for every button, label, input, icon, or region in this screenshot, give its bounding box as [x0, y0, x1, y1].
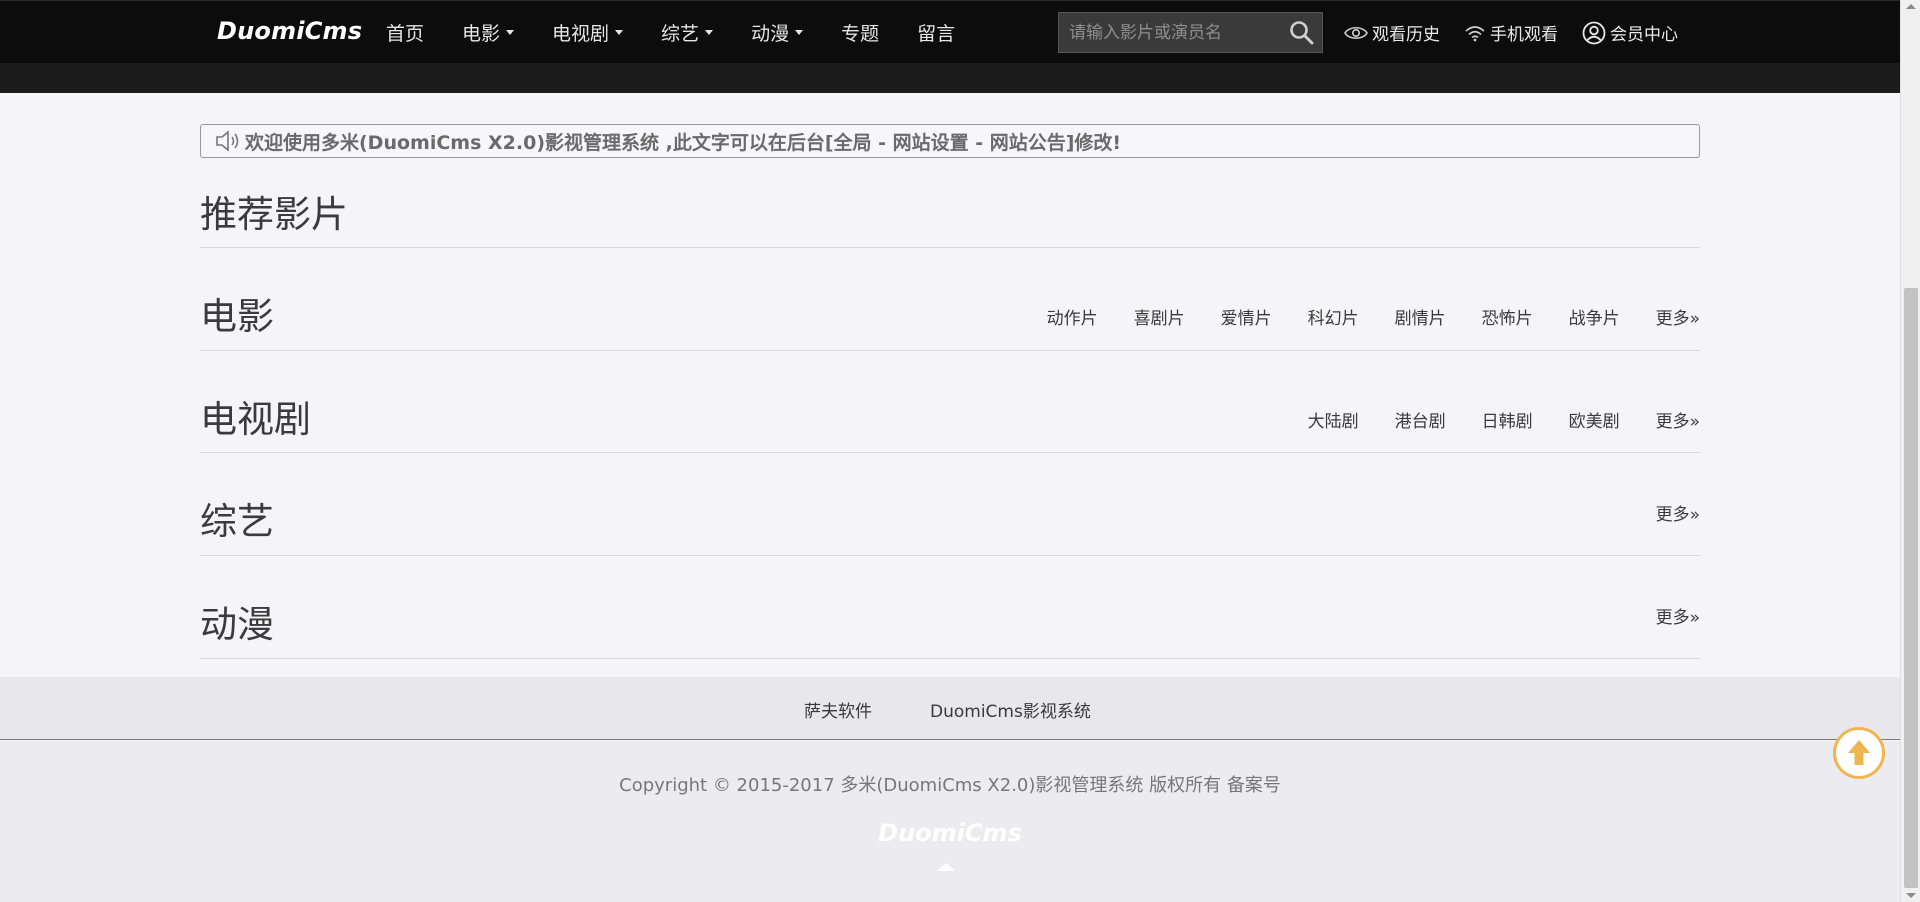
watch-history-link[interactable]: 观看历史	[1344, 20, 1440, 45]
category-link[interactable]: 恐怖片	[1482, 304, 1533, 329]
vertical-scrollbar[interactable]	[1900, 0, 1920, 902]
search-box	[1058, 12, 1323, 53]
category-link[interactable]: 剧情片	[1395, 304, 1446, 329]
nav-label: 电影	[462, 23, 501, 45]
main-nav: 首页 电影 电视剧 综艺 动漫 专题 留言	[386, 19, 993, 46]
section-category-links: 动作片 喜剧片 爱情片 科幻片 剧情片 恐怖片 战争片 更多»	[1011, 304, 1700, 329]
nav-label: 留言	[917, 23, 956, 45]
announcement-text: 欢迎使用多米(DuomiCms X2.0)影视管理系统 ,此文字可以在后台[全局…	[245, 131, 1122, 154]
search-input[interactable]	[1069, 13, 1279, 52]
category-link[interactable]: 喜剧片	[1134, 304, 1185, 329]
wifi-icon	[1465, 25, 1485, 41]
mobile-watch-label: 手机观看	[1490, 25, 1558, 45]
category-link[interactable]: 战争片	[1569, 304, 1620, 329]
nav-label: 动漫	[751, 23, 790, 45]
scrollbar-thumb[interactable]	[1904, 288, 1918, 888]
caret-down-icon	[795, 30, 804, 35]
footer: Copyright © 2015-2017 多米(DuomiCms X2.0)影…	[0, 741, 1900, 902]
more-link[interactable]: 更多»	[1656, 500, 1700, 525]
category-link[interactable]: 科幻片	[1308, 304, 1359, 329]
eye-icon	[1344, 26, 1368, 39]
member-center-label: 会员中心	[1610, 25, 1678, 45]
footer-links: 萨夫软件 DuomiCms影视系统	[0, 677, 1900, 740]
caret-down-icon	[506, 30, 515, 35]
nav-item-tv[interactable]: 电视剧	[552, 19, 624, 46]
nav-item-anime[interactable]: 动漫	[751, 19, 804, 46]
section-category-links: 更多»	[1620, 603, 1700, 628]
section-variety: 综艺 更多»	[200, 453, 1700, 556]
category-link[interactable]: 欧美剧	[1569, 407, 1620, 432]
section-category-links: 更多»	[1620, 500, 1700, 525]
scroll-down-arrow-icon[interactable]	[1906, 893, 1916, 898]
section-title: 推荐影片	[200, 193, 348, 236]
nav-item-movies[interactable]: 电影	[462, 19, 515, 46]
caret-down-icon	[705, 30, 714, 35]
category-link[interactable]: 动作片	[1047, 304, 1098, 329]
nav-item-home[interactable]: 首页	[386, 19, 424, 46]
caret-down-icon	[615, 30, 624, 35]
category-link[interactable]: 港台剧	[1395, 407, 1446, 432]
section-anime: 动漫 更多»	[200, 556, 1700, 659]
scroll-up-arrow-icon[interactable]	[1906, 4, 1916, 9]
footer-link[interactable]: DuomiCms影视系统	[930, 697, 1091, 722]
nav-item-topics[interactable]: 专题	[841, 19, 879, 46]
section-title[interactable]: 动漫	[200, 594, 274, 648]
member-center-link[interactable]: 会员中心	[1582, 20, 1678, 45]
nav-item-guestbook[interactable]: 留言	[917, 19, 955, 46]
category-link[interactable]: 大陆剧	[1308, 407, 1359, 432]
footer-arrow-icon	[937, 863, 955, 871]
section-title[interactable]: 电视剧	[200, 389, 311, 443]
arrow-up-icon	[1848, 740, 1870, 765]
mobile-watch-link[interactable]: 手机观看	[1464, 20, 1558, 45]
more-link[interactable]: 更多»	[1656, 407, 1700, 432]
more-link[interactable]: 更多»	[1656, 603, 1700, 628]
category-link[interactable]: 爱情片	[1221, 304, 1272, 329]
nav-item-variety[interactable]: 综艺	[661, 19, 714, 46]
user-links: 观看历史 手机观看 会员中心	[1344, 20, 1702, 45]
section-tv-series: 电视剧 大陆剧 港台剧 日韩剧 欧美剧 更多»	[200, 351, 1700, 453]
top-navbar: DuomiCms 首页 电影 电视剧 综艺 动漫 专题 留言 观看历史	[0, 0, 1900, 63]
watch-history-label: 观看历史	[1372, 25, 1440, 45]
more-link[interactable]: 更多»	[1656, 304, 1700, 329]
category-link[interactable]: 日韩剧	[1482, 407, 1533, 432]
section-category-links: 大陆剧 港台剧 日韩剧 欧美剧 更多»	[1272, 407, 1700, 432]
footer-logo: DuomiCms	[878, 819, 1022, 847]
sub-navbar	[0, 63, 1900, 93]
announcement-bar: 欢迎使用多米(DuomiCms X2.0)影视管理系统 ,此文字可以在后台[全局…	[200, 124, 1700, 158]
section-recommended: 推荐影片	[200, 166, 1700, 248]
nav-label: 首页	[386, 23, 425, 45]
footer-link[interactable]: 萨夫软件	[804, 697, 872, 722]
user-circle-icon	[1582, 21, 1606, 44]
back-to-top-button[interactable]	[1833, 727, 1885, 779]
nav-label: 电视剧	[552, 23, 610, 45]
copyright-text: Copyright © 2015-2017 多米(DuomiCms X2.0)影…	[619, 775, 1281, 796]
section-movies: 电影 动作片 喜剧片 爱情片 科幻片 剧情片 恐怖片 战争片 更多»	[200, 248, 1700, 351]
site-logo[interactable]: DuomiCms	[217, 17, 362, 45]
nav-label: 综艺	[661, 23, 700, 45]
section-title[interactable]: 电影	[200, 286, 274, 340]
section-title[interactable]: 综艺	[200, 491, 274, 545]
speaker-icon	[216, 130, 239, 152]
search-icon[interactable]	[1288, 19, 1316, 47]
nav-label: 专题	[841, 23, 880, 45]
